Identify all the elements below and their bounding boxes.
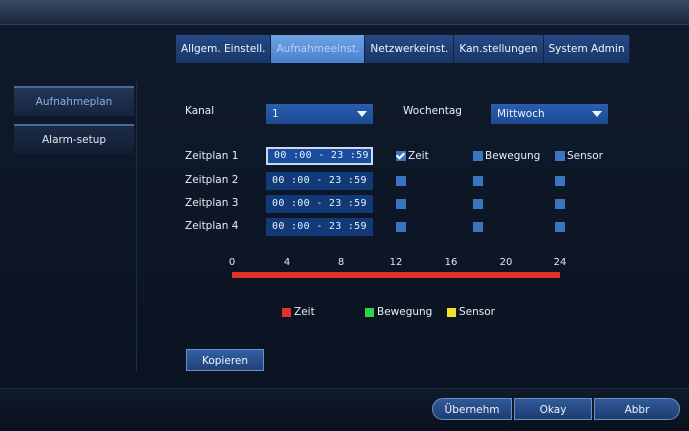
schedule-1-sensor-checkbox[interactable] bbox=[555, 151, 565, 161]
tab-system-admin[interactable]: System Admin bbox=[543, 35, 631, 63]
weekday-select[interactable]: Mittwoch bbox=[491, 104, 608, 124]
schedule-timeline-bar bbox=[232, 272, 560, 278]
timeline-tick: 4 bbox=[283, 257, 291, 268]
tab-general-settings[interactable]: Allgem. Einstell. bbox=[176, 35, 272, 63]
schedule-1-label: Zeitplan 1 bbox=[185, 150, 239, 162]
tab-recording-settings[interactable]: Aufnahmeeinst. bbox=[271, 35, 366, 63]
schedule-3-label: Zeitplan 3 bbox=[185, 197, 239, 209]
bewegung-legend-swatch bbox=[365, 308, 374, 317]
bewegung-column-label: Bewegung bbox=[485, 150, 541, 162]
sidebar-item-alarm-setup[interactable]: Alarm-setup bbox=[14, 124, 134, 154]
timeline-tick: 16 bbox=[444, 257, 458, 268]
channel-select[interactable]: 1 bbox=[266, 104, 373, 124]
schedule-3-zeit-checkbox[interactable] bbox=[396, 199, 406, 209]
schedule-2-zeit-checkbox[interactable] bbox=[396, 176, 406, 186]
timeline-tick: 24 bbox=[553, 257, 567, 268]
schedule-3-sensor-checkbox[interactable] bbox=[555, 199, 565, 209]
sensor-legend-swatch bbox=[447, 308, 456, 317]
schedule-3-time-input[interactable]: 00 :00 - 23 :59 bbox=[266, 195, 373, 213]
schedule-1-zeit-checkbox[interactable] bbox=[396, 151, 406, 161]
chevron-down-icon bbox=[357, 111, 367, 117]
schedule-2-sensor-checkbox[interactable] bbox=[555, 176, 565, 186]
legend-zeit-label: Zeit bbox=[294, 306, 315, 318]
cancel-button[interactable]: Abbr bbox=[594, 398, 680, 420]
channel-select-value: 1 bbox=[272, 108, 279, 120]
tab-network-settings[interactable]: Netzwerkeinst. bbox=[365, 35, 455, 63]
timeline-tick: 20 bbox=[499, 257, 513, 268]
legend-sensor-label: Sensor bbox=[459, 306, 495, 318]
schedule-2-label: Zeitplan 2 bbox=[185, 174, 239, 186]
timeline-tick: 12 bbox=[389, 257, 403, 268]
schedule-2-bewegung-checkbox[interactable] bbox=[473, 176, 483, 186]
schedule-2-time-input[interactable]: 00 :00 - 23 :59 bbox=[266, 172, 373, 190]
channel-label: Kanal bbox=[185, 105, 215, 117]
schedule-4-label: Zeitplan 4 bbox=[185, 220, 239, 232]
timeline-tick: 0 bbox=[228, 257, 236, 268]
sidebar-item-recording-schedule[interactable]: Aufnahmeplan bbox=[14, 86, 134, 116]
tab-channel-settings[interactable]: Kan.stellungen bbox=[454, 35, 544, 63]
tab-bar: Allgem. Einstell. Aufnahmeeinst. Netzwer… bbox=[176, 35, 631, 63]
schedule-4-bewegung-checkbox[interactable] bbox=[473, 222, 483, 232]
schedule-1-bewegung-checkbox[interactable] bbox=[473, 151, 483, 161]
copy-button[interactable]: Kopieren bbox=[186, 349, 264, 371]
weekday-label: Wochentag bbox=[403, 105, 462, 117]
schedule-4-time-input[interactable]: 00 :00 - 23 :59 bbox=[266, 218, 373, 236]
schedule-1-time-input[interactable]: 00 :00 - 23 :59 bbox=[266, 147, 373, 165]
legend-bewegung-label: Bewegung bbox=[377, 306, 433, 318]
zeit-column-label: Zeit bbox=[408, 150, 429, 162]
sensor-column-label: Sensor bbox=[567, 150, 603, 162]
ok-button[interactable]: Okay bbox=[514, 398, 592, 420]
zeit-legend-swatch bbox=[282, 308, 291, 317]
timeline-tick: 8 bbox=[337, 257, 345, 268]
schedule-4-zeit-checkbox[interactable] bbox=[396, 222, 406, 232]
schedule-4-sensor-checkbox[interactable] bbox=[555, 222, 565, 232]
chevron-down-icon bbox=[592, 111, 602, 117]
apply-button[interactable]: Übernehm bbox=[432, 398, 512, 420]
schedule-3-bewegung-checkbox[interactable] bbox=[473, 199, 483, 209]
weekday-select-value: Mittwoch bbox=[497, 108, 545, 120]
title-bar bbox=[0, 0, 689, 25]
